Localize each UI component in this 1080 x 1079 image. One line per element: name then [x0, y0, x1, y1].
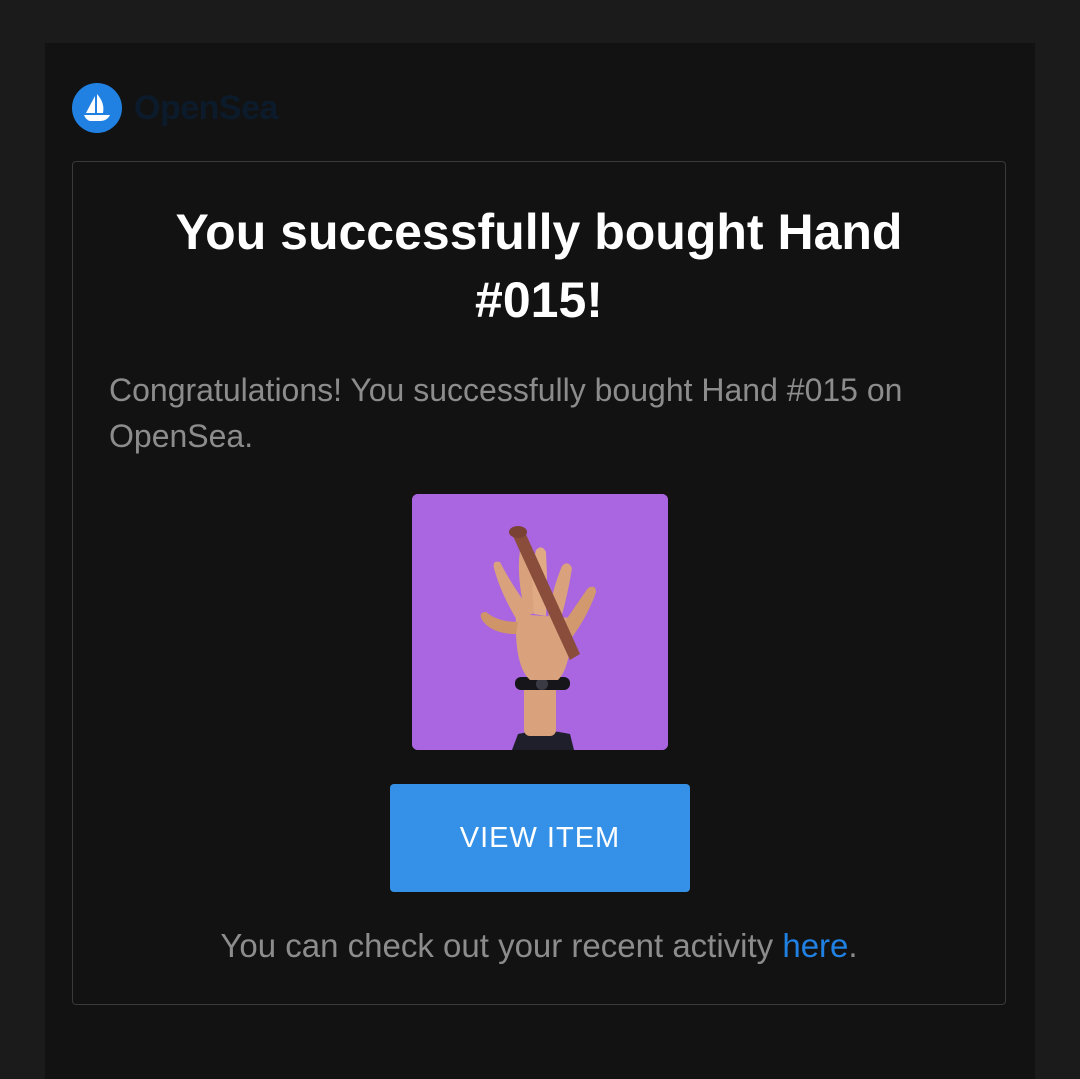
purchase-title: You successfully bought Hand #015! [175, 204, 903, 328]
recent-activity-suffix: . [848, 927, 858, 964]
view-item-button[interactable]: VIEW ITEM [390, 784, 690, 892]
recent-activity-line: You can check out your recent activity h… [73, 924, 1005, 968]
purchase-card: You successfully bought Hand #015! Congr… [72, 161, 1006, 1005]
brand-header: OpenSea [72, 83, 278, 133]
recent-activity-link[interactable]: here [782, 927, 848, 964]
hand-nft-image [412, 494, 668, 750]
congratulations-message: Congratulations! You successfully bought… [109, 372, 903, 454]
email-body: OpenSea You successfully bought Hand #01… [45, 43, 1035, 1079]
sailboat-icon [72, 83, 122, 133]
brand-name: OpenSea [134, 88, 278, 127]
recent-activity-text: You can check out your recent activity [220, 927, 783, 964]
